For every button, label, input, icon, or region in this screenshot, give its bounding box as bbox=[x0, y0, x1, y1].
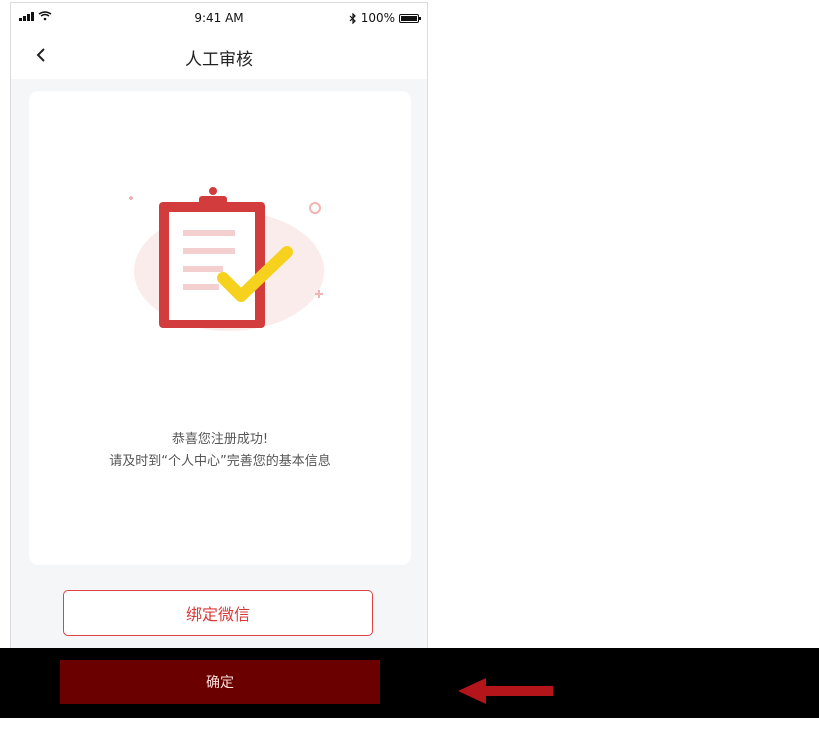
nav-bar: 人工审核 bbox=[11, 33, 427, 79]
page-title: 人工审核 bbox=[185, 50, 253, 70]
clipboard-check-icon bbox=[129, 187, 324, 331]
overlay-confirm-label: 确定 bbox=[206, 675, 234, 691]
overlay-confirm-highlight[interactable]: 确定 bbox=[60, 660, 380, 704]
bluetooth-icon bbox=[349, 12, 356, 24]
message-line-1: 恭喜您注册成功! bbox=[171, 432, 269, 447]
phone-frame: 9:41 AM 100% 人工审核 恭喜您注册成功! 请及时到“个人中心”完善您… bbox=[10, 2, 428, 684]
battery-area: 100% bbox=[349, 11, 421, 25]
success-message: 恭喜您注册成功! 请及时到“个人中心”完善您的基本信息 bbox=[29, 429, 411, 473]
message-line-2: 请及时到“个人中心”完善您的基本信息 bbox=[109, 454, 331, 469]
battery-icon bbox=[399, 13, 421, 23]
battery-percent: 100% bbox=[360, 11, 395, 25]
result-card: 恭喜您注册成功! 请及时到“个人中心”完善您的基本信息 bbox=[29, 91, 411, 565]
arrow-left-icon bbox=[458, 678, 553, 704]
bind-wechat-button[interactable]: 绑定微信 bbox=[63, 590, 373, 636]
status-bar: 9:41 AM 100% bbox=[11, 3, 427, 33]
